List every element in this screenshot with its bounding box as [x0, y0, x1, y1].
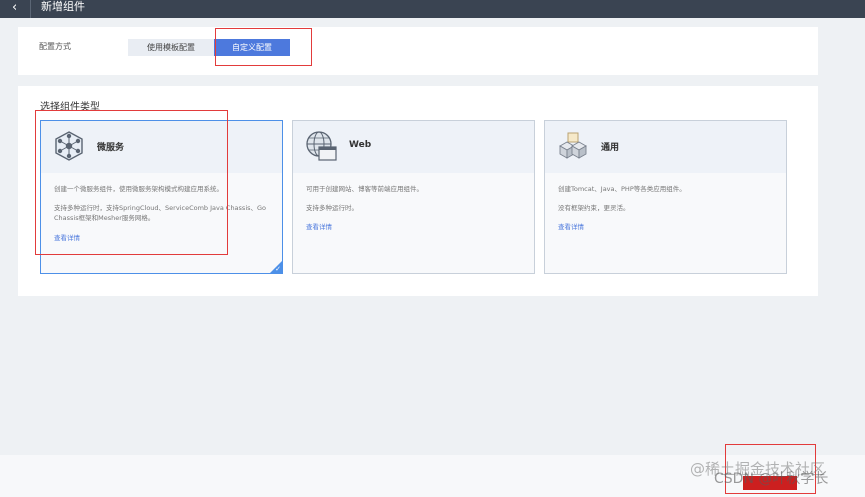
- card-description: 可用于创建网站、博客等前端应用组件。: [306, 185, 423, 193]
- annotation-box-custom-config: [215, 28, 312, 66]
- annotation-box-microservice: [35, 110, 228, 255]
- web-card[interactable]: Web 可用于创建网站、博客等前端应用组件。 支持多种运行时。 查看详情: [292, 120, 535, 274]
- config-method-label: 配置方式: [39, 42, 71, 51]
- config-method-panel: 配置方式 使用模板配置 自定义配置: [18, 27, 818, 75]
- use-template-config-button[interactable]: 使用模板配置: [128, 39, 214, 56]
- watermark-csdn: CSDN @叶秋学长: [714, 471, 829, 487]
- card-runtime-description: 支持多种运行时。: [306, 204, 358, 212]
- card-title: 通用: [601, 143, 620, 153]
- card-runtime-description: 没有框架约束，更灵活。: [558, 204, 630, 212]
- web-globe-icon: [306, 131, 337, 161]
- check-icon: ✓: [275, 265, 281, 273]
- general-cubes-icon: [559, 132, 587, 159]
- general-card[interactable]: 通用 创建Tomcat、Java、PHP等各类应用组件。 没有框架约束，更灵活。…: [544, 120, 787, 274]
- chevron-left-icon[interactable]: ‹: [12, 0, 17, 17]
- view-details-link[interactable]: 查看详情: [306, 221, 332, 231]
- page-title: 新增组件: [41, 0, 85, 13]
- view-details-link[interactable]: 查看详情: [558, 221, 584, 231]
- top-bar: ‹ 新增组件: [0, 0, 865, 18]
- divider: [30, 0, 31, 18]
- card-description: 创建Tomcat、Java、PHP等各类应用组件。: [558, 185, 686, 193]
- card-title: Web: [349, 140, 372, 150]
